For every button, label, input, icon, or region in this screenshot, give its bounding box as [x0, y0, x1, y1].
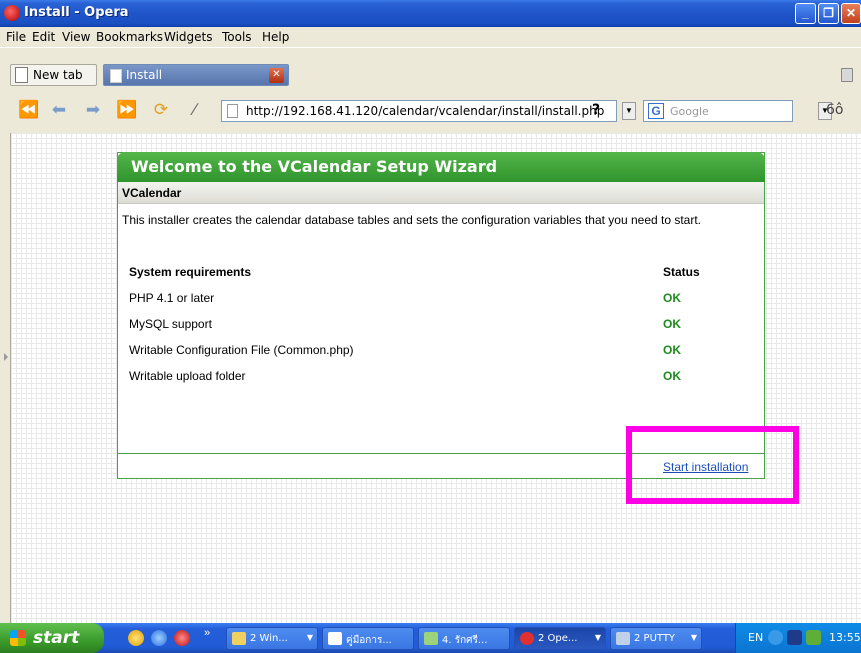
- more-icon[interactable]: »: [204, 627, 210, 639]
- close-tab-icon[interactable]: ✕: [269, 68, 284, 83]
- menu-bookmarks[interactable]: Bookmarks: [96, 30, 163, 44]
- edit-icon[interactable]: ∕: [184, 99, 206, 121]
- menu-tools[interactable]: Tools: [222, 30, 252, 44]
- window-titlebar: Install - Opera _ ❐ ✕: [0, 0, 861, 27]
- page-icon: [110, 69, 122, 83]
- rewind-icon[interactable]: ⏪: [18, 99, 40, 121]
- monitor-icon[interactable]: [787, 630, 802, 645]
- putty-icon: [616, 632, 630, 645]
- section-header: VCalendar: [118, 182, 764, 204]
- requirement-name: Writable upload folder: [129, 369, 246, 383]
- panel-arrow-icon: [4, 353, 8, 361]
- taskbar-button-label: 2 Win...: [250, 633, 288, 644]
- paint-icon: [424, 632, 438, 645]
- internet-explorer-icon[interactable]: [151, 630, 167, 646]
- highlight-annotation: [626, 426, 799, 504]
- wizard-title: Welcome to the VCalendar Setup Wizard: [131, 157, 498, 176]
- intro-text: This installer creates the calendar data…: [122, 213, 702, 227]
- start-button[interactable]: start: [0, 623, 104, 653]
- help-icon[interactable]: ?: [592, 102, 600, 118]
- status-header: Status: [663, 265, 700, 279]
- requirement-name: Writable Configuration File (Common.php): [129, 343, 354, 357]
- quicklaunch-icon[interactable]: [128, 630, 144, 646]
- opera-quicklaunch-icon[interactable]: [174, 630, 190, 646]
- requirement-status: OK: [663, 291, 681, 305]
- fast-forward-icon[interactable]: ⏩: [116, 99, 138, 121]
- menu-file[interactable]: File: [6, 30, 26, 44]
- requirement-name: PHP 4.1 or later: [129, 291, 215, 305]
- panel-toggle[interactable]: [0, 133, 10, 623]
- tab-install[interactable]: Install ✕: [103, 64, 289, 86]
- clock: 13:55: [829, 631, 861, 644]
- back-icon[interactable]: ⬅: [48, 99, 70, 121]
- taskbar-button-windows[interactable]: 2 Win... ▼: [226, 627, 318, 650]
- taskbar-button-label: คู่มือการ...: [346, 635, 392, 646]
- glasses-icon[interactable]: 6ô: [826, 102, 843, 118]
- opera-icon: [4, 5, 20, 21]
- requirement-status: OK: [663, 343, 681, 357]
- close-button[interactable]: ✕: [841, 3, 861, 24]
- language-indicator[interactable]: EN: [748, 631, 763, 644]
- opera-icon: [520, 632, 534, 645]
- requirement-status: OK: [663, 317, 681, 331]
- tab-install-label: Install: [126, 68, 163, 82]
- chevron-down-icon: ▼: [690, 633, 697, 642]
- tab-bar: New tab Install ✕: [0, 47, 861, 89]
- wizard-header: Welcome to the VCalendar Setup Wizard: [117, 152, 765, 182]
- address-dropdown-button[interactable]: ▼: [622, 102, 636, 120]
- new-page-icon: [15, 67, 28, 83]
- section-title: VCalendar: [122, 186, 182, 200]
- tab-new-label: New tab: [33, 68, 83, 82]
- requirements-header: System requirements: [129, 265, 252, 279]
- taskbar-button-label: 2 Ope...: [538, 633, 578, 644]
- taskbar-button-label: 4. รักศรี...: [442, 635, 488, 646]
- trash-icon[interactable]: [841, 68, 853, 82]
- menu-bar: File Edit View Bookmarks Widgets Tools H…: [0, 27, 861, 47]
- network-icon[interactable]: [768, 630, 783, 645]
- search-box[interactable]: G Google: [643, 100, 793, 122]
- taskbar: start » 2 Win... ▼ คู่มือการ... 4. รักศร…: [0, 623, 861, 653]
- url-text: http://192.168.41.120/calendar/vcalendar…: [246, 104, 605, 118]
- start-label: start: [33, 628, 80, 648]
- maximize-button[interactable]: ❐: [818, 3, 839, 24]
- chevron-down-icon: ▼: [306, 633, 313, 642]
- page-icon: [227, 104, 238, 118]
- taskbar-button-opera[interactable]: 2 Ope... ▼: [514, 627, 606, 650]
- reload-icon[interactable]: ⟳: [150, 99, 172, 121]
- taskbar-button-document[interactable]: คู่มือการ...: [322, 627, 414, 650]
- taskbar-button-label: 2 PUTTY: [634, 633, 676, 644]
- requirement-status: OK: [663, 369, 681, 383]
- forward-icon[interactable]: ➡: [82, 99, 104, 121]
- search-placeholder: Google: [670, 105, 709, 118]
- tab-new[interactable]: New tab: [10, 64, 97, 86]
- taskbar-button-putty[interactable]: 2 PUTTY ▼: [610, 627, 702, 650]
- tray-app-icon[interactable]: [806, 630, 821, 645]
- folder-icon: [232, 632, 246, 645]
- menu-help[interactable]: Help: [262, 30, 289, 44]
- minimize-button[interactable]: _: [795, 3, 816, 24]
- system-tray: EN 13:55: [735, 623, 861, 653]
- menu-view[interactable]: View: [62, 30, 90, 44]
- document-icon: [328, 632, 342, 645]
- requirement-name: MySQL support: [129, 317, 212, 331]
- address-bar[interactable]: http://192.168.41.120/calendar/vcalendar…: [221, 100, 617, 122]
- google-icon[interactable]: G: [648, 103, 664, 119]
- windows-flag-icon: [10, 630, 26, 646]
- chevron-down-icon: ▼: [594, 633, 601, 642]
- menu-edit[interactable]: Edit: [32, 30, 55, 44]
- menu-widgets[interactable]: Widgets: [164, 30, 213, 44]
- window-title: Install - Opera: [24, 5, 129, 20]
- taskbar-button-paint[interactable]: 4. รักศรี...: [418, 627, 510, 650]
